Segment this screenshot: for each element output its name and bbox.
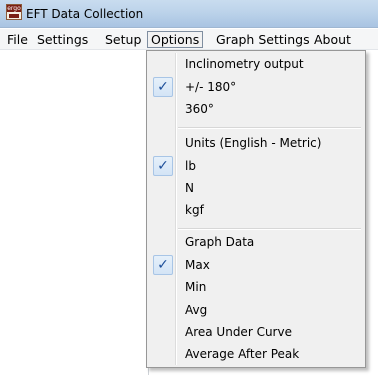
title-bar: ergo EFT Data Collection [0,0,378,28]
menu-item-label: Min [185,280,207,294]
menu-separator [178,228,361,230]
menu-item-label: 360° [185,102,214,116]
menu-item-label: Area Under Curve [185,325,292,339]
menu-header-inclinometry: Inclinometry output [149,53,363,75]
checkmark-icon: ✓ [153,156,173,176]
menu-settings[interactable]: Settings [37,31,88,48]
menu-item-min[interactable]: Min [149,276,363,298]
checkmark-icon: ✓ [153,77,173,97]
menu-header-graph-data: Graph Data [149,231,363,253]
menu-item-label: N [185,181,194,195]
menu-item-label: lb [185,159,196,173]
menu-item-plus-minus-180[interactable]: ✓ +/- 180° [149,76,363,98]
menu-item-lb[interactable]: ✓ lb [149,155,363,177]
menu-item-average-after-peak[interactable]: Average After Peak [149,343,363,365]
menu-setup[interactable]: Setup [105,31,141,48]
checkmark-icon: ✓ [153,255,173,275]
window-title: EFT Data Collection [26,7,144,21]
menu-item-label: +/- 180° [185,80,237,94]
menu-header-label: Graph Data [185,235,255,249]
menu-header-units: Units (English - Metric) [149,132,363,154]
menu-header-label: Inclinometry output [185,57,304,71]
menu-header-label: Units (English - Metric) [185,136,322,150]
menu-item-max[interactable]: ✓ Max [149,254,363,276]
menu-file[interactable]: File [7,31,28,48]
app-logo-icon[interactable]: ergo [6,4,22,20]
menu-item-label: Avg [185,303,208,317]
options-dropdown-menu: Inclinometry output ✓ +/- 180° 360° Unit… [146,50,366,368]
menu-options[interactable]: Options [147,31,204,48]
menu-item-360[interactable]: 360° [149,98,363,120]
menu-item-label: kgf [185,203,204,217]
menu-separator [178,127,361,129]
menu-item-kgf[interactable]: kgf [149,199,363,221]
menu-item-area-under-curve[interactable]: Area Under Curve [149,321,363,343]
app-logo-text: ergo [7,5,21,12]
menu-item-avg[interactable]: Avg [149,299,363,321]
app-logo-bars [9,14,19,18]
menu-about[interactable]: About [314,31,351,48]
menu-bar: File Settings Setup Options Graph Settin… [0,29,378,50]
menu-item-label: Average After Peak [185,347,300,361]
menu-graph-settings[interactable]: Graph Settings [216,31,310,48]
main-content-pane [0,50,149,375]
menu-item-n[interactable]: N [149,177,363,199]
menu-item-label: Max [185,258,210,272]
